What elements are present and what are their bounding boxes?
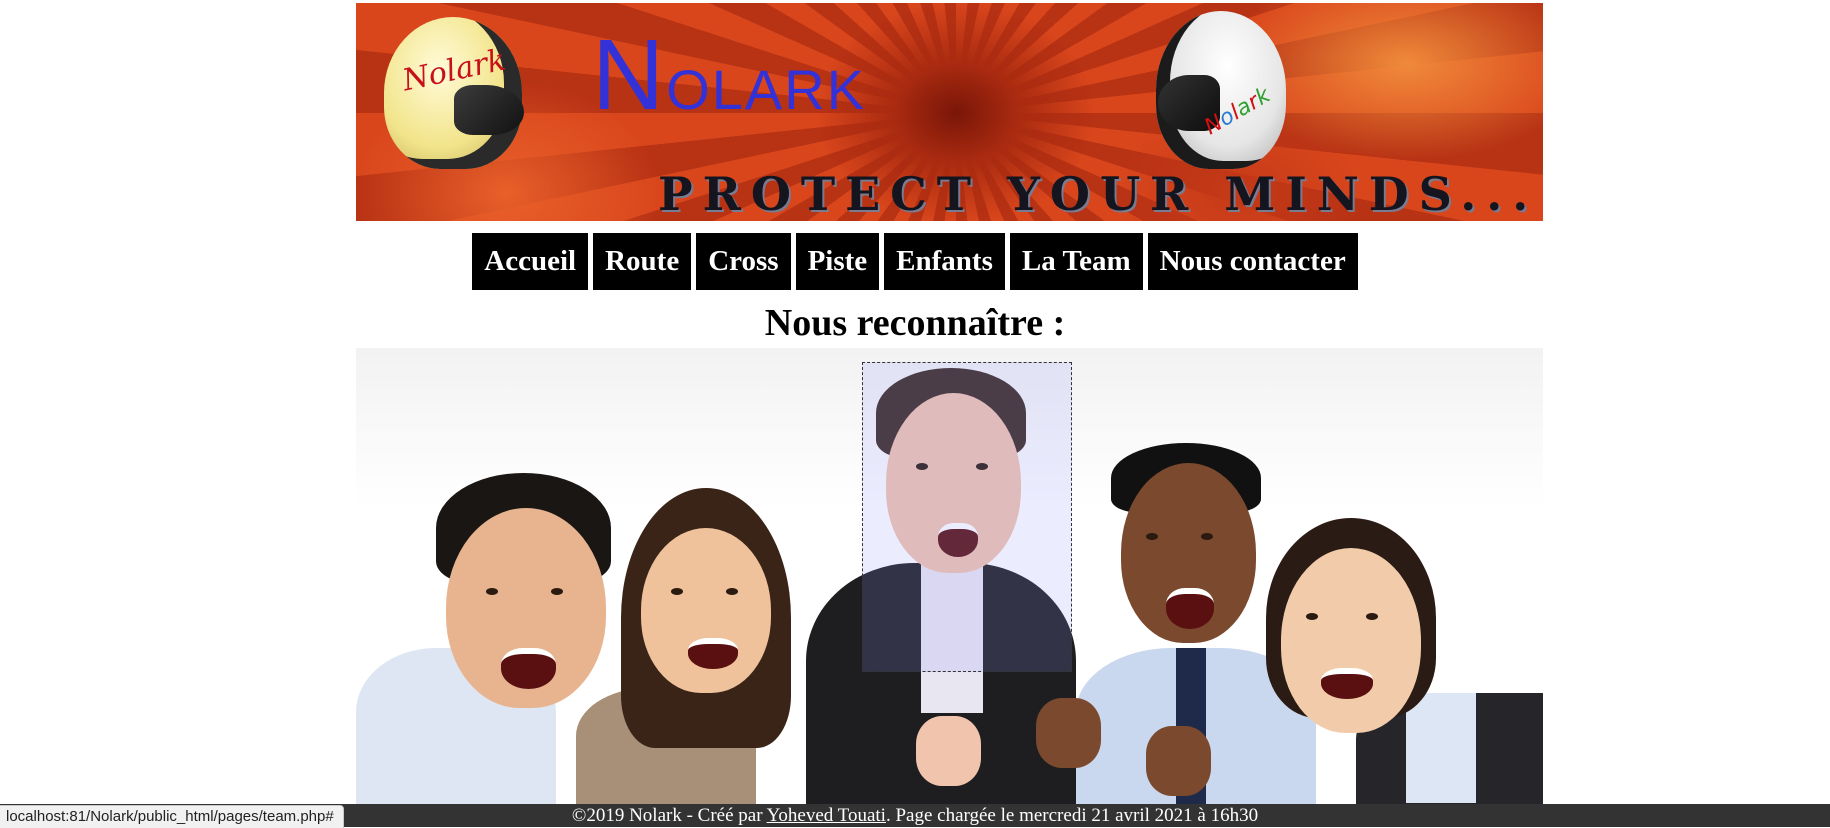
helmet-right-image: Nolark <box>1156 11 1286 169</box>
helmet-left-image: Nolark <box>384 17 524 169</box>
header-banner: Nolark NOLARK Nolark PROTECT YOUR MINDS.… <box>356 3 1543 221</box>
nav-enfants[interactable]: Enfants <box>884 233 1005 290</box>
footer-copyright: ©2019 Nolark - Créé par <box>571 805 767 826</box>
banner-slogan: PROTECT YOUR MINDS... <box>658 167 1539 221</box>
site-logo: NOLARK <box>592 25 866 125</box>
nav-cross[interactable]: Cross <box>696 233 791 290</box>
nav-accueil[interactable]: Accueil <box>472 233 589 290</box>
nav-la-team[interactable]: La Team <box>1009 233 1143 290</box>
element-highlight-overlay <box>862 362 1072 672</box>
nav-route[interactable]: Route <box>593 233 692 290</box>
page-title: Nous reconnaître : <box>764 302 1066 344</box>
site-logo-text: OLARK <box>666 58 867 121</box>
site-logo-initial: N <box>592 19 667 131</box>
nav-piste[interactable]: Piste <box>795 233 880 290</box>
browser-status-bar: localhost:81/Nolark/public_html/pages/te… <box>0 805 344 828</box>
main-nav: Accueil Route Cross Piste Enfants La Tea… <box>0 233 1830 290</box>
author-link[interactable]: Yoheved Touati <box>767 805 886 826</box>
helmet-visor <box>454 85 524 135</box>
footer-loaded-date: . Page chargée le mercredi 21 avril 2021… <box>885 805 1259 826</box>
nav-nous-contacter[interactable]: Nous contacter <box>1147 233 1358 290</box>
